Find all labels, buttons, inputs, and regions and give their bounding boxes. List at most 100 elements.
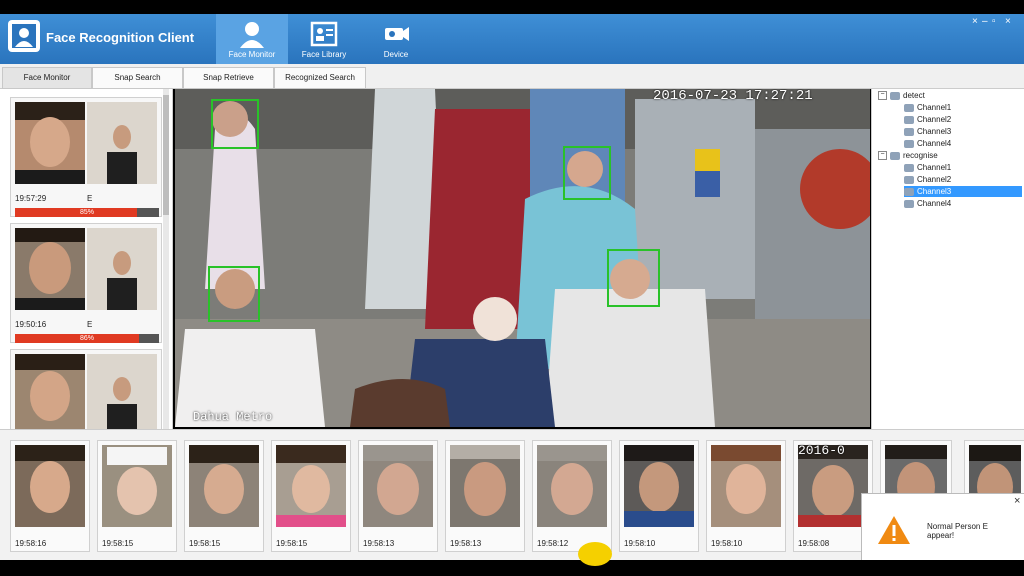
tree-channel-label: Channel4 <box>917 199 952 208</box>
tree-channel[interactable]: Channel4 <box>904 138 951 149</box>
capture-time: 19:58:13 <box>363 539 395 548</box>
module-face-library-button[interactable]: Face Library <box>288 14 360 64</box>
library-face-image <box>87 228 157 310</box>
capture-time: 19:58:13 <box>450 539 482 548</box>
capture-face-image <box>711 445 781 527</box>
tree-channel-label: Channel1 <box>917 103 952 112</box>
screen-bottom-letterbox <box>0 560 1024 576</box>
video-timestamp: 2016-07-23 17:27:21 <box>653 89 813 104</box>
recognition-notification: Normal Person E appear! × <box>861 493 1024 562</box>
channel-tree: − detect Channel1 Channel2 Channel3 Chann… <box>871 89 1024 429</box>
face-detection-box <box>211 99 259 149</box>
tree-channel-label: Channel2 <box>917 175 952 184</box>
tree-channel[interactable]: Channel2 <box>904 174 951 185</box>
tree-group-label: recognise <box>903 151 938 160</box>
contact-card-icon <box>310 21 338 47</box>
camera-icon <box>904 199 914 208</box>
notification-message: Normal Person E appear! <box>927 522 988 540</box>
notification-close-button[interactable]: × <box>1014 495 1020 507</box>
tree-channel[interactable]: Channel3 <box>904 126 951 137</box>
captured-face-image <box>15 228 85 310</box>
tree-channel-label: Channel1 <box>917 163 952 172</box>
tree-group-detect[interactable]: − detect <box>878 90 925 101</box>
tree-group-recognise[interactable]: − recognise <box>878 150 938 161</box>
capture-time: 19:58:15 <box>276 539 308 548</box>
camera-icon <box>904 187 914 196</box>
live-video-view[interactable]: 2016-07-23 17:27:21 Dahua Metro <box>175 89 870 427</box>
capture-time: 19:58:10 <box>711 539 743 548</box>
snap-gender: E <box>87 320 93 329</box>
snap-card[interactable]: 19:57:29 E 85% <box>10 97 162 217</box>
capture-thumbnail[interactable]: 19:58:15 <box>271 440 351 552</box>
capture-thumbnail[interactable]: 19:58:15 <box>97 440 177 552</box>
similarity-label: 86% <box>79 335 94 342</box>
window-pin-button[interactable]: × <box>972 16 978 27</box>
title-bar: Face Recognition Client Face Monitor Fac… <box>0 14 1024 64</box>
tree-channel-label: Channel3 <box>917 127 952 136</box>
collapse-icon[interactable]: − <box>878 151 887 161</box>
tab-recognized-search[interactable]: Recognized Search <box>274 67 366 89</box>
tree-channel[interactable]: Channel1 <box>904 102 951 113</box>
library-face-image <box>87 354 157 429</box>
camera-icon <box>385 27 409 41</box>
tree-channel-label: Channel4 <box>917 139 952 148</box>
module-label: Face Monitor <box>228 50 276 59</box>
camera-icon <box>904 103 914 112</box>
device-folder-icon <box>890 151 900 160</box>
camera-icon <box>904 175 914 184</box>
snap-card[interactable] <box>10 349 162 429</box>
module-label: Face Library <box>301 50 347 59</box>
device-folder-icon <box>890 91 900 100</box>
capture-thumbnail[interactable]: 19:58:13 <box>358 440 438 552</box>
capture-face-image <box>276 445 346 527</box>
capture-face-image <box>102 445 172 527</box>
capture-thumbnail[interactable]: 19:58:10 <box>706 440 786 552</box>
capture-face-image <box>450 445 520 527</box>
tree-channel[interactable]: Channel2 <box>904 114 951 125</box>
window-close-button[interactable]: × <box>1005 16 1011 27</box>
warning-icon <box>878 516 910 544</box>
app-title: Face Recognition Client <box>46 30 195 45</box>
collapse-icon[interactable]: − <box>878 91 887 101</box>
tree-channel[interactable]: Channel1 <box>904 162 951 173</box>
capture-thumbnail[interactable]: 19:58:10 <box>619 440 699 552</box>
screen-top-letterbox <box>0 0 1024 14</box>
camera-scene <box>175 89 870 427</box>
module-label: Device <box>383 50 409 59</box>
snap-comparison-list: 19:57:29 E 85% 19:50:16 E 86% <box>0 89 173 429</box>
capture-thumbnail[interactable]: 19:58:15 <box>184 440 264 552</box>
face-detection-box <box>208 266 260 322</box>
tab-bar: Face Monitor Snap Search Snap Retrieve R… <box>0 64 1024 89</box>
capture-face-image <box>15 445 85 527</box>
app-logo-icon <box>8 20 40 52</box>
snap-gender: E <box>87 194 93 203</box>
capture-thumbnail[interactable]: 19:58:16 <box>10 440 90 552</box>
face-detection-box <box>563 146 611 200</box>
capture-overlay-text: 2016-0 <box>798 443 845 458</box>
cursor-highlight <box>578 542 612 566</box>
face-detection-box <box>607 249 660 307</box>
capture-thumbnail[interactable]: 19:58:12 <box>532 440 612 552</box>
camera-icon <box>904 115 914 124</box>
snap-card[interactable]: 19:50:16 E 86% <box>10 223 162 343</box>
module-device-button[interactable]: Device <box>360 14 432 64</box>
tab-snap-retrieve[interactable]: Snap Retrieve <box>183 67 274 89</box>
camera-icon <box>904 163 914 172</box>
tree-channel-label: Channel3 <box>917 187 952 196</box>
snap-list-scroll-thumb[interactable] <box>163 95 169 215</box>
snap-time: 19:57:29 <box>15 194 47 203</box>
module-face-monitor-button[interactable]: Face Monitor <box>216 14 288 64</box>
library-face-image <box>87 102 157 184</box>
capture-thumbnail[interactable]: 19:58:13 <box>445 440 525 552</box>
capture-time: 19:58:12 <box>537 539 569 548</box>
tree-channel[interactable]: Channel4 <box>904 198 951 209</box>
capture-face-image <box>537 445 607 527</box>
window-minimize-button[interactable]: – <box>982 16 988 27</box>
captured-face-image <box>15 102 85 184</box>
tab-face-monitor[interactable]: Face Monitor <box>2 67 92 89</box>
tree-channel-selected[interactable]: Channel3 <box>904 186 1022 197</box>
window-restore-button[interactable]: ▫ <box>992 16 996 27</box>
tab-snap-search[interactable]: Snap Search <box>92 67 183 89</box>
capture-time: 19:58:15 <box>102 539 134 548</box>
snap-time: 19:50:16 <box>15 320 47 329</box>
